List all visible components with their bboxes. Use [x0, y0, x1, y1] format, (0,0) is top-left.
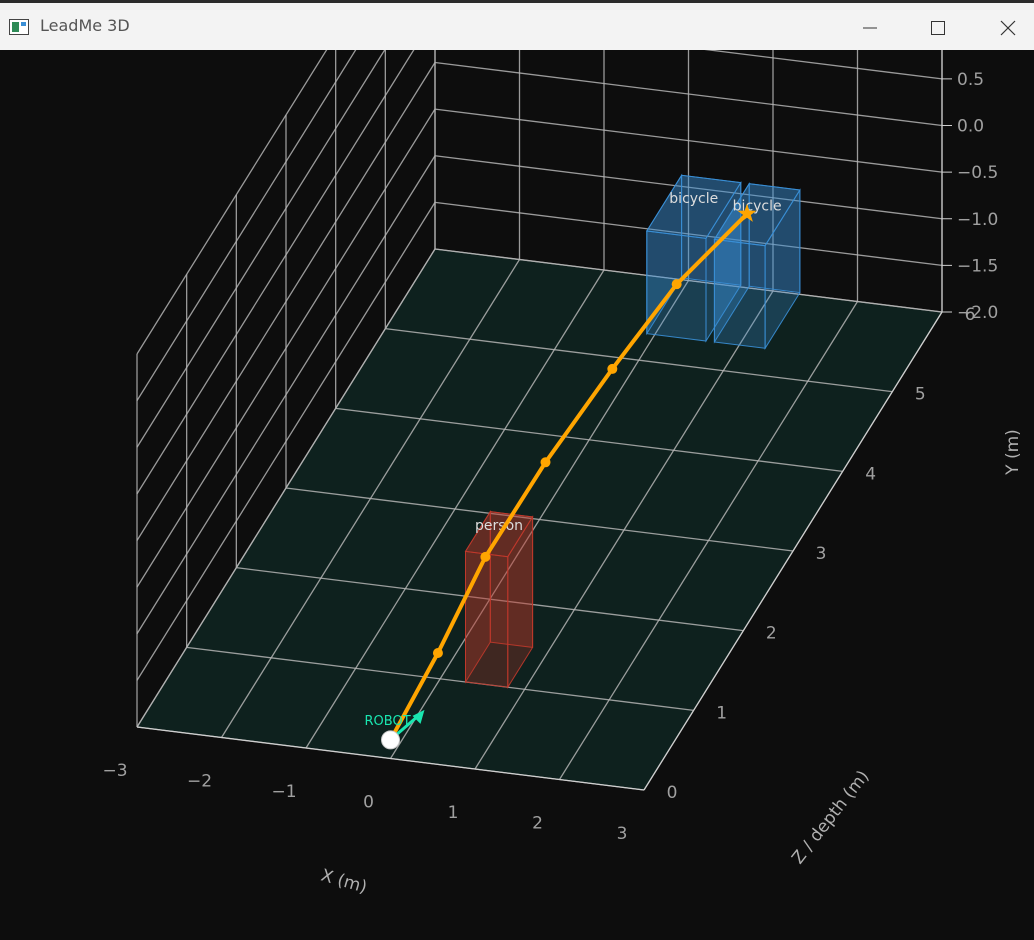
minimize-icon — [863, 27, 877, 29]
x-tick-label: −3 — [102, 761, 127, 781]
z-tick-label: 5 — [915, 385, 926, 405]
x-tick-label: 0 — [363, 793, 374, 813]
z-tick-label: 1 — [716, 703, 727, 723]
maximize-button[interactable] — [906, 6, 970, 50]
waypoint-marker — [540, 457, 551, 468]
close-icon — [1000, 20, 1016, 36]
z-tick-label: 2 — [766, 624, 777, 644]
waypoint-marker — [607, 363, 618, 374]
y-tick-label: −1.0 — [957, 210, 998, 230]
x-axis-label: X (m) — [319, 866, 370, 898]
x-tick-label: 2 — [532, 814, 543, 834]
z-axis-label: Z / depth (m) — [788, 767, 873, 868]
z-tick-label: 0 — [667, 783, 678, 803]
waypoint-marker — [480, 551, 491, 562]
app-icon — [9, 19, 29, 35]
x-tick-label: 3 — [617, 824, 628, 844]
box-face — [713, 238, 766, 349]
y-tick-label: −1.5 — [957, 256, 998, 276]
window-title: LeadMe 3D — [40, 16, 130, 35]
x-tick-label: −1 — [271, 782, 296, 802]
y-tick-label: 0.5 — [957, 70, 984, 90]
plot-canvas[interactable]: personbicycle bicycle ROBOT −3−2−10123012… — [0, 50, 1034, 940]
app-window: LeadMe 3D person bicycle bicycle ROBOT −3−… — [0, 0, 1034, 940]
object-label: bicycle — [669, 191, 718, 207]
x-tick-label: −2 — [187, 772, 212, 792]
y-axis-label: Y (m) — [1003, 429, 1023, 476]
maximize-icon — [931, 21, 945, 35]
box-face — [465, 550, 509, 688]
y-tick-label: 0.0 — [957, 117, 984, 137]
robot-label: ROBOT — [365, 714, 411, 729]
x-tick-label: 1 — [448, 803, 459, 823]
z-tick-label: 3 — [816, 544, 827, 564]
y-tick-label: −0.5 — [957, 163, 998, 183]
title-bar[interactable]: LeadMe 3D — [0, 0, 1034, 50]
minimize-button[interactable] — [838, 6, 902, 50]
y-tick-label: −2.0 — [957, 303, 998, 323]
z-tick-label: 4 — [865, 464, 876, 484]
waypoint-marker — [671, 279, 682, 290]
robot-marker — [381, 730, 400, 750]
waypoint-marker — [432, 648, 443, 659]
close-button[interactable] — [976, 6, 1034, 50]
